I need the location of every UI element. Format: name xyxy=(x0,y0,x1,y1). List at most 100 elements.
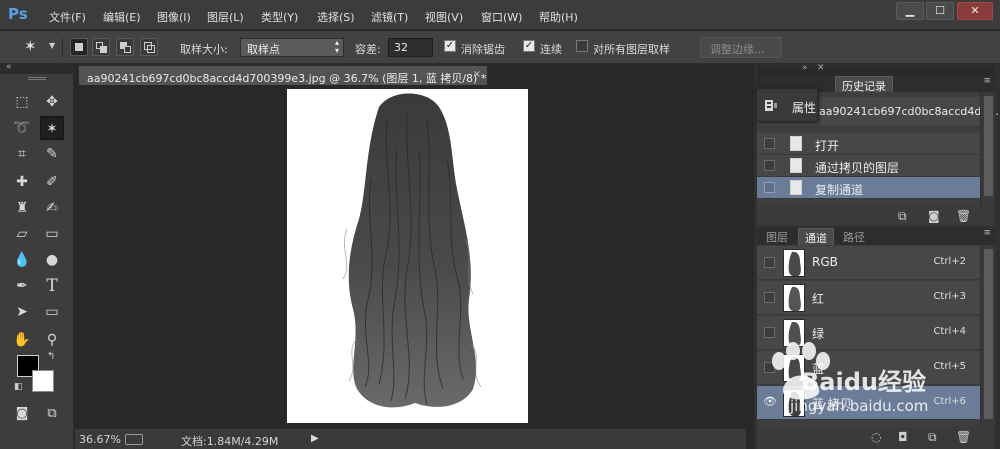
new-selection-button[interactable] xyxy=(70,38,88,56)
eye-icon[interactable]: 👁 xyxy=(763,395,777,408)
close-document-icon[interactable]: × xyxy=(473,69,481,80)
gradient-tool-icon[interactable]: ▭ xyxy=(40,222,64,246)
quick-mask-icon[interactable]: ◙ xyxy=(10,402,34,426)
menu-edit[interactable]: 编辑(E) xyxy=(103,9,141,25)
history-source-checkbox[interactable] xyxy=(764,138,775,149)
close-button[interactable]: ✕ xyxy=(957,2,993,20)
rectangle-tool-icon[interactable]: ▭ xyxy=(40,300,64,324)
hair-image xyxy=(342,93,482,408)
history-scroll-thumb[interactable] xyxy=(984,96,993,196)
zoom-level[interactable]: 36.67% xyxy=(79,433,121,446)
toolbox-grip[interactable] xyxy=(28,77,46,80)
preset-dropdown-icon[interactable]: ▼ xyxy=(49,41,55,50)
visibility-checkbox[interactable] xyxy=(764,327,775,338)
menu-filter[interactable]: 滤镜(T) xyxy=(371,9,408,25)
add-selection-button[interactable] xyxy=(92,38,110,56)
new-document-from-state-icon[interactable]: ⧉ xyxy=(898,209,907,224)
channel-row[interactable]: RGB Ctrl+2 xyxy=(757,246,980,280)
type-tool-icon[interactable]: T xyxy=(40,274,64,298)
menu-type[interactable]: 类型(Y) xyxy=(261,9,298,25)
lasso-tool-icon[interactable]: ➰ xyxy=(10,116,34,140)
channel-row-selected[interactable]: 👁 蓝 拷贝 Ctrl+6 xyxy=(757,386,980,420)
background-color-swatch[interactable] xyxy=(32,370,54,392)
swap-colors-icon[interactable]: ↰ xyxy=(47,351,55,362)
channel-name: 红 xyxy=(812,292,825,306)
menu-help[interactable]: 帮助(H) xyxy=(539,9,578,25)
visibility-checkbox[interactable] xyxy=(764,362,775,373)
hand-tool-icon[interactable]: ✋ xyxy=(10,328,34,352)
move-tool-icon[interactable]: ✥ xyxy=(40,90,64,114)
menu-window[interactable]: 窗口(W) xyxy=(481,9,522,25)
channel-row[interactable]: 蓝 Ctrl+5 xyxy=(757,351,980,385)
menu-select[interactable]: 选择(S) xyxy=(317,9,355,25)
intersect-selection-button[interactable] xyxy=(140,38,158,56)
sample-size-select[interactable]: 取样点 ▴ ▾ xyxy=(240,38,344,57)
history-item-selected[interactable]: 复制通道 xyxy=(757,177,980,199)
history-item[interactable]: 打开 xyxy=(757,133,980,155)
pen-tool-icon[interactable]: ✒ xyxy=(10,274,34,298)
default-colors-icon[interactable]: ◧ xyxy=(14,382,23,392)
eraser-tool-icon[interactable]: ▱ xyxy=(10,222,34,246)
magic-wand-tool-icon[interactable]: ✶ xyxy=(40,116,64,140)
all-layers-checkbox[interactable] xyxy=(576,40,588,52)
tolerance-input[interactable]: 32 xyxy=(388,38,433,57)
menu-file[interactable]: 文件(F) xyxy=(49,9,86,25)
document-tab[interactable]: aa90241cb697cd0bc8accd4d700399e3.jpg @ 3… xyxy=(78,65,488,85)
toolbox-header[interactable]: « xyxy=(0,62,74,74)
expand-panels-icon[interactable]: » xyxy=(802,63,808,73)
menu-layer[interactable]: 图层(L) xyxy=(207,9,244,25)
channel-row[interactable]: 红 Ctrl+3 xyxy=(757,281,980,315)
refine-edge-button[interactable]: 调整边缘... xyxy=(700,37,782,58)
contiguous-checkbox[interactable]: ✓ xyxy=(523,40,535,52)
path-selection-tool-icon[interactable]: ➤ xyxy=(10,300,34,324)
status-menu-icon[interactable]: ▶ xyxy=(311,433,319,444)
subtract-selection-button[interactable] xyxy=(116,38,134,56)
channel-row[interactable]: 绿 Ctrl+4 xyxy=(757,316,980,350)
marquee-tool-icon[interactable]: ⬚ xyxy=(10,90,34,114)
history-scrollbar[interactable] xyxy=(980,92,995,206)
visibility-checkbox[interactable] xyxy=(764,292,775,303)
channels-scroll-thumb[interactable] xyxy=(984,249,993,419)
channel-thumbnail-image xyxy=(788,356,801,381)
maximize-button[interactable]: ☐ xyxy=(926,2,954,20)
tab-paths[interactable]: 路径 xyxy=(843,229,865,245)
document-canvas[interactable] xyxy=(287,89,528,423)
camera-snapshot-icon[interactable]: ◙ xyxy=(928,209,940,223)
eyedropper-tool-icon[interactable]: ✎ xyxy=(40,142,64,166)
dodge-tool-icon[interactable]: ● xyxy=(40,248,64,272)
menu-image[interactable]: 图像(I) xyxy=(157,9,191,25)
history-source-checkbox[interactable] xyxy=(764,182,775,193)
tab-layers[interactable]: 图层 xyxy=(766,229,788,245)
collapse-dock-icon[interactable]: ✕ xyxy=(817,63,825,73)
save-selection-icon[interactable]: ◘ xyxy=(898,430,908,444)
zoom-tool-icon[interactable]: ⚲ xyxy=(40,328,64,352)
channels-scrollbar[interactable] xyxy=(980,245,995,427)
antialias-checkbox[interactable]: ✓ xyxy=(444,40,456,52)
collapse-icon[interactable]: « xyxy=(6,62,12,72)
visibility-checkbox[interactable] xyxy=(764,257,775,268)
channel-name: 蓝 xyxy=(812,362,825,376)
trash-icon[interactable]: 🗑 xyxy=(956,209,971,223)
healing-brush-tool-icon[interactable]: ✚ xyxy=(10,170,34,194)
load-channel-selection-icon[interactable]: ◌ xyxy=(871,430,881,444)
blur-tool-icon[interactable]: 💧 xyxy=(10,248,34,272)
crop-tool-icon[interactable]: ⌗ xyxy=(10,142,34,166)
tolerance-label: 容差: xyxy=(355,43,381,56)
properties-flyout[interactable]: 属性 xyxy=(756,88,818,122)
channel-thumbnail xyxy=(783,389,805,417)
brush-tool-icon[interactable]: ✐ xyxy=(40,170,64,194)
screen-mode-icon[interactable]: ⧉ xyxy=(40,402,64,426)
history-panel-menu-icon[interactable]: ≡ xyxy=(983,76,991,86)
clone-stamp-tool-icon[interactable]: ♜ xyxy=(10,196,34,220)
antialias-label: 消除锯齿 xyxy=(461,43,505,56)
new-channel-icon[interactable]: ⧉ xyxy=(928,430,937,445)
channels-panel-menu-icon[interactable]: ≡ xyxy=(983,228,991,238)
minimize-button[interactable]: ▁ xyxy=(896,2,924,20)
history-item[interactable]: 通过拷贝的图层 xyxy=(757,155,980,177)
trash-icon[interactable]: 🗑 xyxy=(956,430,971,444)
history-brush-tool-icon[interactable]: ✍ xyxy=(40,196,64,220)
history-source-checkbox[interactable] xyxy=(764,160,775,171)
magic-wand-preset-icon[interactable]: ✶ xyxy=(24,37,37,55)
menu-view[interactable]: 视图(V) xyxy=(425,9,463,25)
status-info-icon[interactable] xyxy=(125,434,143,445)
